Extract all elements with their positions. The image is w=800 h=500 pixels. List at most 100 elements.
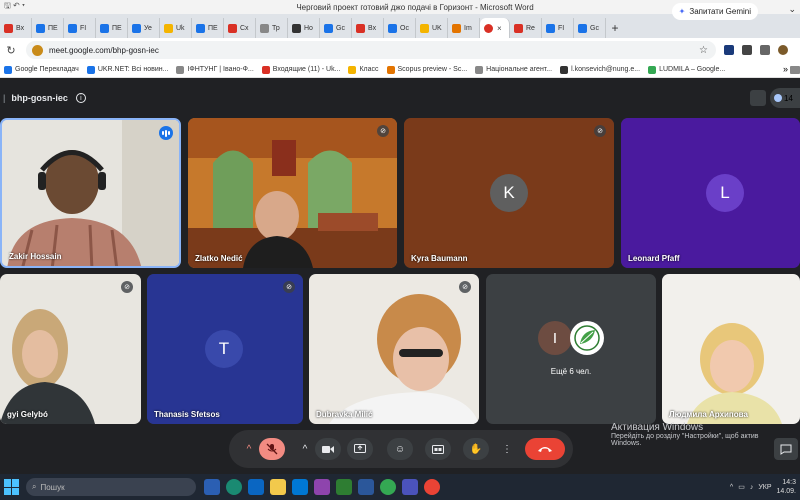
puzzle-icon[interactable] — [760, 45, 770, 55]
more-options-icon[interactable]: ⋮ — [501, 438, 513, 460]
tab-search-icon[interactable]: ⌄ — [788, 4, 796, 15]
chat-icon — [780, 444, 792, 455]
site-info-icon[interactable] — [32, 44, 43, 56]
store-icon[interactable] — [248, 479, 264, 495]
video-options-chevron-up-icon[interactable]: ^ — [299, 438, 311, 460]
browser-tab[interactable]: FI — [542, 18, 574, 38]
leave-call-button[interactable] — [525, 438, 565, 460]
bookmark-star-icon[interactable]: ☆ — [699, 45, 708, 56]
microphone-off-button[interactable] — [259, 438, 285, 460]
captions-off-icon[interactable] — [750, 90, 766, 106]
volume-icon[interactable]: ♪ — [750, 484, 754, 491]
browser-tab[interactable]: Im — [448, 18, 480, 38]
file-explorer-icon[interactable] — [270, 479, 286, 495]
start-windows-icon[interactable] — [4, 479, 20, 495]
bookmark-item[interactable]: Входящие (11) - Uk... — [258, 65, 345, 74]
extension-icons — [724, 45, 788, 55]
language-indicator[interactable]: УКР — [758, 484, 771, 491]
word-icon[interactable] — [358, 479, 374, 495]
bookmark-item[interactable]: l.konsevich@nung.e... — [556, 65, 644, 74]
participant-name: Leonard Pfaff — [628, 254, 680, 263]
browser-tab-active[interactable]: × — [480, 18, 510, 38]
browser-tab[interactable]: Вх — [352, 18, 384, 38]
taskbar-search-box[interactable]: ⌕ Пошук — [26, 478, 196, 496]
browser-tab[interactable]: Gc — [320, 18, 352, 38]
browser-tab[interactable]: Сх — [224, 18, 256, 38]
audio-options-chevron-up-icon[interactable]: ^ — [243, 438, 255, 460]
bookmarks-more-icon[interactable]: » — [783, 64, 788, 74]
video-feed — [309, 274, 479, 424]
tab-label: Ос — [400, 24, 409, 32]
new-tab-icon[interactable]: + — [606, 18, 624, 38]
browser-tab[interactable]: FI — [64, 18, 96, 38]
browser-tab[interactable]: Uk — [160, 18, 192, 38]
present-screen-button[interactable] — [347, 438, 373, 460]
browser-tab[interactable]: ПЕ — [32, 18, 64, 38]
browser-tab[interactable]: Тр — [256, 18, 288, 38]
browser-tab[interactable]: Но — [288, 18, 320, 38]
copilot-icon[interactable] — [204, 479, 220, 495]
bookmark-item[interactable]: Класс — [344, 65, 382, 74]
browser-tab[interactable]: Уе — [128, 18, 160, 38]
participant-tile-leonard[interactable]: L Leonard Pfaff — [621, 118, 800, 268]
tab-label: Вх — [368, 24, 377, 32]
extension-icon[interactable] — [724, 45, 734, 55]
browser-tab[interactable]: Ос — [384, 18, 416, 38]
chrome-icon[interactable] — [380, 479, 396, 495]
chat-button[interactable] — [774, 438, 798, 460]
teams-icon[interactable] — [402, 479, 418, 495]
participant-tile-dubravka[interactable]: ⊘ Dubravka Milić — [309, 274, 479, 424]
reload-icon[interactable]: ↻ — [0, 44, 22, 57]
ask-gemini-button[interactable]: ✦ Запитати Gemini — [671, 3, 758, 20]
participant-tile-zlatko[interactable]: ⊘ Zlatko Nedić — [188, 118, 397, 268]
clock[interactable]: 14:3 14.09. — [777, 478, 796, 496]
chevron-up-icon[interactable]: ^ — [730, 484, 733, 491]
bookmarks-bar: Google Перекладач UKR.NET: Всі новин... ІФ… — [0, 62, 800, 78]
bookmark-item[interactable]: Google Перекладач — [0, 65, 83, 74]
omnibox[interactable]: meet.google.com/bhp-gosn-iec ☆ — [26, 41, 716, 59]
browser-tab[interactable]: Вх — [0, 18, 32, 38]
chrome-icon[interactable] — [424, 479, 440, 495]
tab-favicon-icon — [100, 23, 109, 33]
participant-tile-lyudmila[interactable]: Людмила Архипова — [662, 274, 800, 424]
bookmark-item[interactable]: LUDMILA – Google... — [644, 65, 729, 74]
raise-hand-button[interactable]: ✋ — [463, 438, 489, 460]
app-icon[interactable] — [314, 479, 330, 495]
bookmark-item[interactable]: Національне агент... — [471, 65, 556, 74]
extension-icon[interactable] — [742, 45, 752, 55]
profile-avatar[interactable] — [778, 45, 788, 55]
more-participants-label: Ещё 6 чел. — [550, 367, 592, 376]
reactions-button[interactable]: ☺ — [387, 438, 413, 460]
outlook-icon[interactable] — [292, 479, 308, 495]
avatar-initial: I — [552, 329, 558, 347]
url-text[interactable]: meet.google.com/bhp-gosn-iec — [49, 46, 693, 55]
tab-favicon-icon — [4, 23, 13, 33]
browser-tab[interactable]: UK — [416, 18, 448, 38]
bookmark-item[interactable]: UKR.NET: Всі новин... — [83, 65, 173, 74]
participant-tile-others[interactable]: I Ещё 6 чел. — [486, 274, 656, 424]
bookmark-item[interactable]: ІФНТУНГ | Івано-Ф... — [172, 65, 257, 74]
edge-icon[interactable] — [226, 479, 242, 495]
browser-tab[interactable]: Gc — [574, 18, 606, 38]
quick-access-toolbar[interactable]: 🖫 ↶ ▾ — [0, 0, 30, 14]
camera-button[interactable] — [315, 438, 341, 460]
browser-tab[interactable]: Re — [510, 18, 542, 38]
participant-name: Zlatko Nedić — [195, 254, 243, 263]
participant-tile-gyi[interactable]: ⊘ gyi Gelybó — [0, 274, 141, 424]
participant-tile-thanasis[interactable]: T ⊘ Thanasis Sfetsos — [147, 274, 303, 424]
tab-favicon-icon — [546, 23, 555, 33]
meeting-info-icon[interactable]: i — [75, 93, 86, 103]
people-button[interactable]: 14 — [770, 88, 800, 108]
all-bookmarks-folder-icon[interactable] — [790, 66, 800, 74]
tab-label: Im — [464, 24, 472, 32]
participant-tile-kyra[interactable]: K ⊘ Kyra Baumann — [404, 118, 614, 268]
captions-button[interactable] — [425, 438, 451, 460]
participant-tile-zakir[interactable]: Zakir Hossain — [0, 118, 181, 268]
browser-tab[interactable]: ПЕ — [96, 18, 128, 38]
app-icon[interactable] — [336, 479, 352, 495]
browser-tab[interactable]: ПЕ — [192, 18, 224, 38]
close-tab-icon[interactable]: × — [497, 24, 502, 33]
network-icon[interactable]: ▭ — [738, 483, 745, 491]
tab-favicon-icon — [68, 23, 77, 33]
bookmark-item[interactable]: Scopus preview - Sc... — [383, 65, 472, 74]
